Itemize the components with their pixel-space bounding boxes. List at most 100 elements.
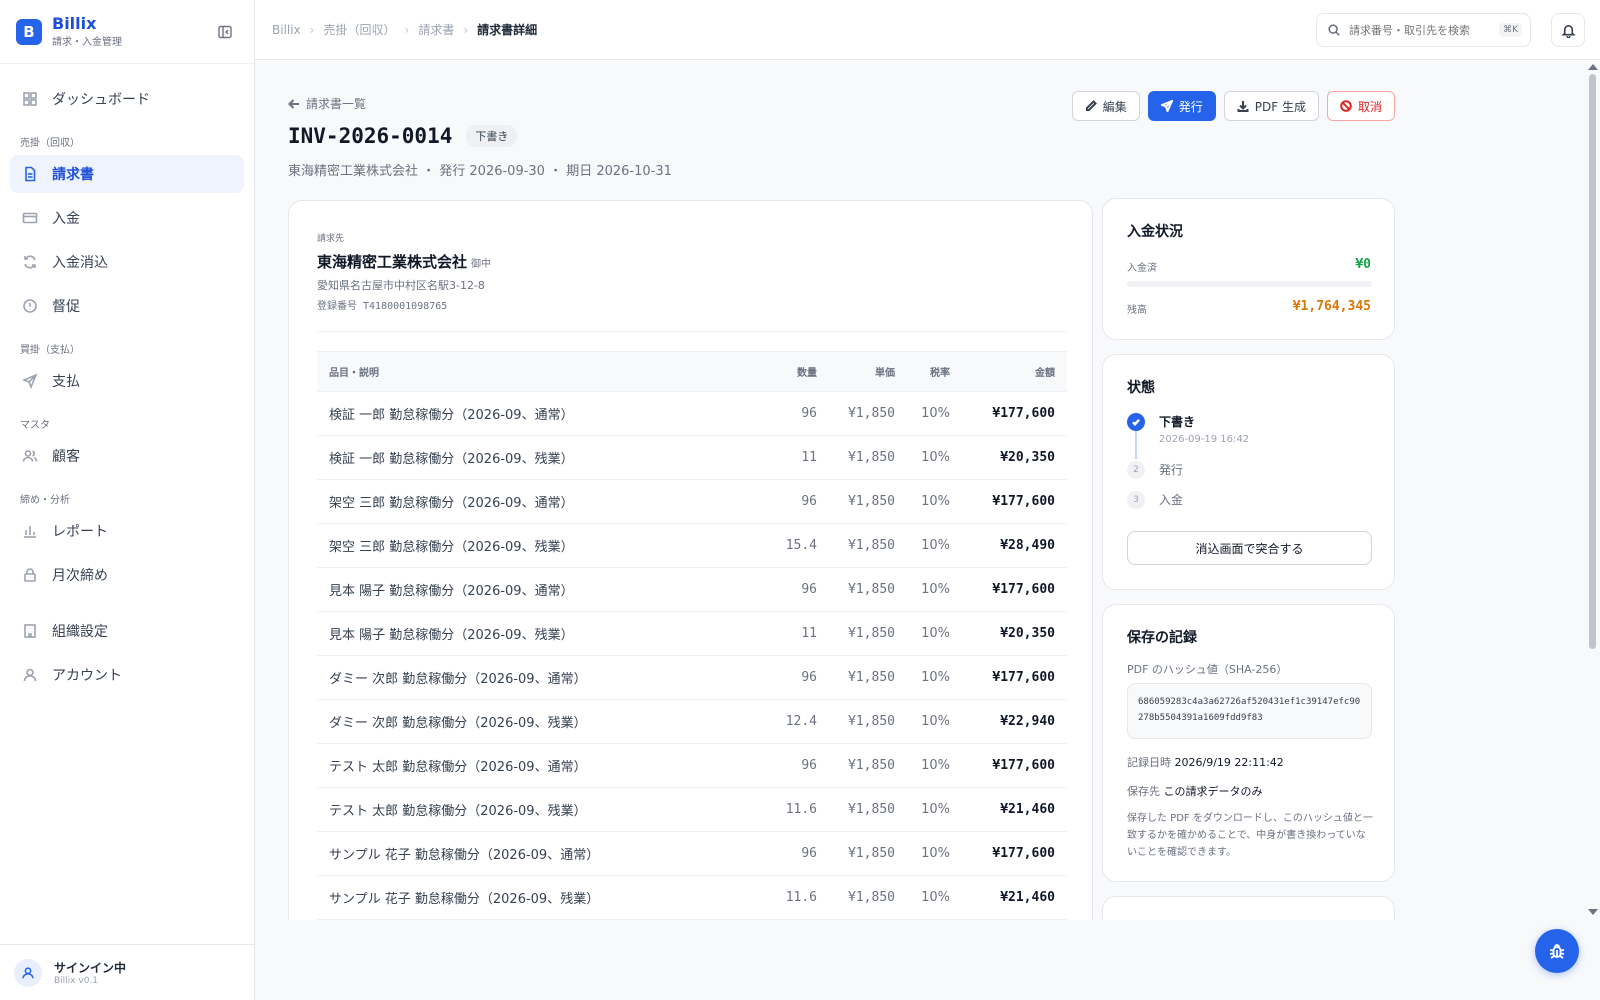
paid-amount: ¥0 xyxy=(1355,257,1371,272)
line-unit-price: ¥1,850 xyxy=(817,435,895,480)
line-qty: 15.4 xyxy=(757,523,817,568)
sidebar-item-label: レポート xyxy=(52,524,108,540)
search-input[interactable] xyxy=(1349,23,1489,37)
breadcrumb-item[interactable]: Billix xyxy=(272,23,301,37)
check-icon xyxy=(1127,413,1145,431)
divider xyxy=(317,331,1067,332)
hash-value[interactable]: 686059283c4a3a62726af520431ef1c39147efc9… xyxy=(1127,683,1372,739)
sidebar-item-payouts[interactable]: 支払 xyxy=(10,362,244,400)
sidebar-item-account[interactable]: アカウント xyxy=(10,656,244,694)
line-items-table: 品目・説明 数量 単価 税率 金額 検証 一郎 勤怠稼働分（2026-09、通常… xyxy=(317,351,1067,920)
honorific: 御中 xyxy=(471,259,492,270)
line-qty: 11.6 xyxy=(757,787,817,832)
sidebar-item-label: 入金消込 xyxy=(52,255,108,271)
status-step-draft: 下書き 2026-09-19 16:42 xyxy=(1127,413,1249,461)
line-desc: ダミー 次郎 勤怠稼働分（2026-09、残業） xyxy=(317,699,757,744)
table-row: テスト 太郎 勤怠稼働分（2026-09、通常） 96 ¥1,850 10% ¥177,… xyxy=(317,743,1067,788)
user-icon xyxy=(23,668,37,682)
reconcile-button[interactable]: 消込画面で突合する xyxy=(1127,531,1372,565)
line-tax: 10% xyxy=(895,391,950,436)
breadcrumb-current: 請求書詳細 xyxy=(477,23,538,37)
page-scrollbar[interactable] xyxy=(1585,60,1600,920)
scroll-up-arrow-icon[interactable] xyxy=(1588,64,1598,70)
customer-name-text: 東海精密工業株式会社 xyxy=(317,253,468,271)
line-qty: 96 xyxy=(757,831,817,876)
line-qty: 96 xyxy=(757,479,817,524)
registration-number: 登録番号 T4180001098765 xyxy=(317,301,448,312)
sidebar-item-monthly-close[interactable]: 月次締め xyxy=(10,556,244,594)
scroll-thumb[interactable] xyxy=(1589,74,1596,649)
sidebar-item-payments[interactable]: 入金 xyxy=(10,199,244,237)
table-row: 見本 陽子 勤怠稼働分（2026-09、通常） 96 ¥1,850 10% ¥177,6… xyxy=(317,567,1067,612)
refresh-icon xyxy=(24,255,36,269)
table-row: サンプル 花子 勤怠稼働分（2026-09、残業） 11.6 ¥1,850 10% ¥2… xyxy=(317,875,1067,920)
table-row: 架空 三郎 勤怠稼働分（2026-09、通常） 96 ¥1,850 10% ¥177,6… xyxy=(317,479,1067,524)
dashboard-icon xyxy=(23,92,37,106)
nav-section-close: 締め・分析 xyxy=(20,495,70,506)
line-tax: 10% xyxy=(895,787,950,832)
sidebar-item-org-settings[interactable]: 組織設定 xyxy=(10,612,244,650)
hash-label: PDF のハッシュ値（SHA-256） xyxy=(1127,663,1288,676)
brand-name: Billix xyxy=(52,14,97,33)
status-steps: 下書き 2026-09-19 16:42 2 発行 3 入金 xyxy=(1127,413,1249,521)
credit-card-icon xyxy=(22,212,38,224)
sidebar-item-dashboard[interactable]: ダッシュボード xyxy=(10,80,244,118)
sidebar-item-reconciliation[interactable]: 入金消込 xyxy=(10,243,244,281)
notifications-button[interactable] xyxy=(1551,13,1585,47)
nav-section-ap: 買掛（支払） xyxy=(20,345,80,356)
sidebar-nav: ダッシュボード 売掛（回収） 請求書 入金 入金消込 督促 買掛（支払） 支払 … xyxy=(0,64,254,694)
customer-name: 東海精密工業株式会社 御中 xyxy=(317,251,491,272)
brand[interactable]: B Billix 請求・入金管理 xyxy=(0,0,254,64)
sidebar-item-label: アカウント xyxy=(52,668,122,684)
customer-address: 愛知県名古屋市中村区名駅3-12-8 xyxy=(317,279,485,292)
panel-title: 状態 xyxy=(1127,380,1155,396)
line-amount: ¥177,600 xyxy=(950,831,1067,876)
cancel-invoice-button[interactable]: 取消 xyxy=(1326,91,1395,121)
recorded-at-value: 2026/9/19 22:11:42 xyxy=(1174,756,1284,769)
generate-pdf-button[interactable]: PDF 生成 xyxy=(1223,91,1319,121)
arrow-left-icon xyxy=(288,98,299,109)
nav-section-ar: 売掛（回収） xyxy=(20,138,80,149)
line-tax: 10% xyxy=(895,655,950,700)
hash-note: 保存した PDF をダウンロードし、このハッシュ値と一致するかを確かめることで、… xyxy=(1127,813,1373,858)
sidebar-item-label: 督促 xyxy=(52,299,80,315)
scroll-down-arrow-icon[interactable] xyxy=(1588,909,1598,915)
search-box[interactable]: ⌘K xyxy=(1316,13,1531,47)
breadcrumb-item[interactable]: 売掛（回収） xyxy=(323,21,395,38)
issue-label: 発行 xyxy=(1178,99,1203,114)
alert-circle-icon xyxy=(23,299,37,313)
title-row: INV-2026-0014 下書き xyxy=(288,124,518,148)
line-qty: 11.6 xyxy=(757,875,817,920)
bill-to-label: 請求先 xyxy=(317,234,345,244)
column-header-amount: 金額 xyxy=(950,351,1067,392)
bug-report-button[interactable] xyxy=(1535,929,1579,973)
sidebar-collapse-icon[interactable] xyxy=(217,24,233,40)
line-unit-price: ¥1,850 xyxy=(817,567,895,612)
table-row: 検証 一郎 勤怠稼働分（2026-09、残業） 11 ¥1,850 10% ¥20,35… xyxy=(317,435,1067,480)
edit-button[interactable]: 編集 xyxy=(1071,91,1140,121)
signed-in-user[interactable]: サインイン中 Billix v0.1 xyxy=(0,944,255,1000)
chevron-right-icon: › xyxy=(309,22,315,37)
breadcrumb: Billix › 売掛（回収） › 請求書 › 請求書詳細 xyxy=(272,21,537,38)
line-tax: 10% xyxy=(895,831,950,876)
table-row: 架空 三郎 勤怠稼働分（2026-09、残業） 15.4 ¥1,850 10% ¥28,… xyxy=(317,523,1067,568)
sidebar-item-customers[interactable]: 顧客 xyxy=(10,437,244,475)
sidebar-item-reports[interactable]: レポート xyxy=(10,512,244,550)
sidebar-item-invoices[interactable]: 請求書 xyxy=(10,155,244,193)
line-amount: ¥177,600 xyxy=(950,479,1067,524)
status-step-paid: 3 入金 xyxy=(1127,491,1249,521)
sidebar-item-label: 入金 xyxy=(52,211,80,227)
sidebar-item-dunning[interactable]: 督促 xyxy=(10,287,244,325)
line-qty: 96 xyxy=(757,567,817,612)
line-unit-price: ¥1,850 xyxy=(817,611,895,656)
top-header: Billix › 売掛（回収） › 請求書 › 請求書詳細 ⌘K xyxy=(255,0,1600,60)
page-title: INV-2026-0014 xyxy=(288,124,453,148)
issue-button[interactable]: 発行 xyxy=(1147,91,1216,121)
breadcrumb-item[interactable]: 請求書 xyxy=(418,21,454,38)
line-desc: ダミー 次郎 勤怠稼働分（2026-09、通常） xyxy=(317,655,757,700)
line-desc: 架空 三郎 勤怠稼働分（2026-09、残業） xyxy=(317,523,757,568)
column-header-tax: 税率 xyxy=(895,351,950,392)
step-number: 3 xyxy=(1127,491,1145,509)
back-to-invoices-link[interactable]: 請求書一覧 xyxy=(288,95,366,112)
step-label: 入金 xyxy=(1159,493,1184,507)
